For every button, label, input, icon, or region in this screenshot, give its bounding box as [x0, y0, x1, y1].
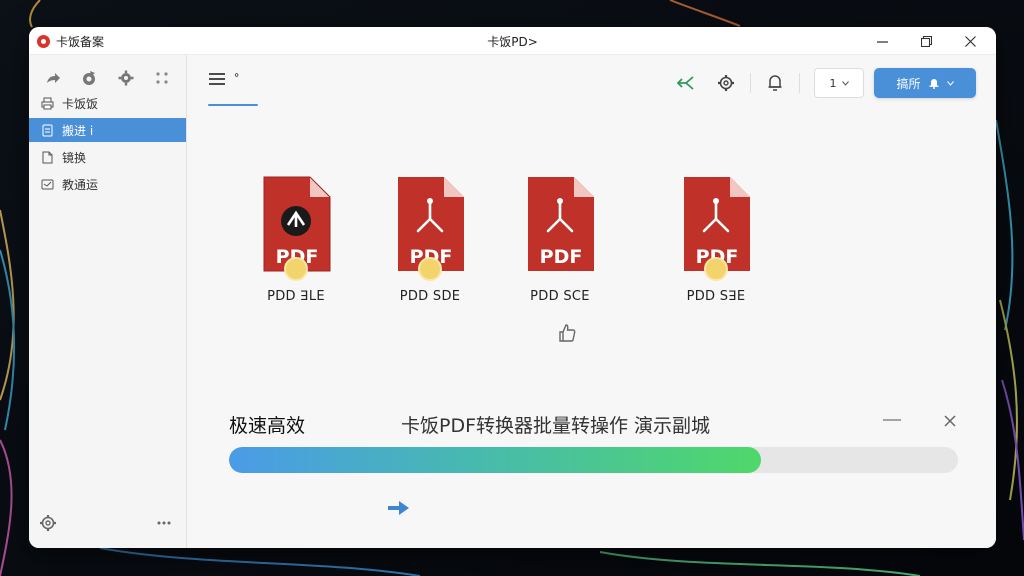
chevron-down-icon [841, 80, 849, 86]
chevron-down-icon [946, 80, 954, 86]
toolbar: ᐤ 1 搞所 [188, 55, 996, 109]
close-icon [964, 35, 976, 47]
sidebar-quick-actions [29, 55, 186, 91]
pdf-acrobat-icon: PDF [524, 175, 596, 275]
progress-header: 极速高效 卡饭PDF转换器批量转操作 演示副城 [229, 407, 958, 437]
sidebar-item-label: 教通运 [62, 177, 99, 192]
progress-bar [229, 447, 958, 473]
file-name: PDD SꓱE [686, 289, 746, 304]
file-grid: PDF PDD ꓱLE PDF P [188, 175, 996, 345]
pdf-logo-icon: PDF [260, 175, 332, 281]
page-select[interactable]: 1 [814, 68, 864, 98]
bell-icon [768, 75, 782, 91]
gear-icon [718, 75, 734, 91]
grid-dots-icon[interactable] [153, 69, 171, 87]
menu-tab[interactable]: ᐤ [208, 71, 258, 105]
file-icon [40, 150, 54, 164]
window-title: 卡饭PD> [487, 35, 538, 49]
document-icon [40, 123, 54, 137]
status-badge [704, 257, 728, 281]
page-select-value: 1 [829, 76, 837, 90]
minimize-panel-icon[interactable] [882, 411, 902, 430]
app-logo-icon [37, 35, 50, 48]
primary-action-label: 搞所 [896, 76, 921, 91]
file-name: PDD SDE [399, 289, 461, 304]
app-window: 卡饭备案 卡饭PD> 卡饭饭 搬进 i 镜换 教通运 ᐤ 1 搞所 PDD ꓱL… [29, 27, 996, 548]
refresh-icon[interactable] [80, 69, 98, 87]
menu-tab-indicator [208, 104, 258, 106]
app-brand: 卡饭备案 [37, 33, 104, 50]
split-tool-button[interactable] [666, 69, 706, 97]
image-icon [40, 177, 54, 191]
primary-action-button[interactable]: 搞所 [874, 68, 976, 98]
file-card[interactable]: PDF PDD SDE [375, 175, 485, 304]
sidebar-item-convert[interactable]: 镜换 [29, 145, 186, 169]
settings-icon[interactable] [39, 514, 57, 536]
arrow-right-icon[interactable] [387, 499, 411, 521]
progress-panel: 极速高效 卡饭PDF转换器批量转操作 演示副城 [229, 407, 958, 527]
sidebar-nav: 卡饭饭 搬进 i 镜换 教通运 [29, 91, 186, 196]
toolbar-actions: 1 搞所 [666, 68, 976, 98]
status-badge [284, 257, 308, 281]
sidebar-item-batch[interactable]: 教通运 [29, 172, 186, 196]
restore-button[interactable] [904, 27, 948, 55]
share-icon[interactable] [44, 69, 62, 87]
sidebar: 卡饭饭 搬进 i 镜换 教通运 [29, 55, 187, 548]
file-card[interactable]: PDF PDD ꓱLE [241, 175, 351, 304]
status-badge [418, 257, 442, 281]
close-button[interactable] [948, 27, 992, 55]
toolbar-divider [799, 73, 800, 93]
pdf-acrobat-icon: PDF [680, 175, 752, 281]
main-content: ᐤ 1 搞所 PDD ꓱLE PDD SDE PDF PDD SCE PDD S… [188, 55, 996, 548]
app-name: 卡饭备案 [56, 35, 105, 49]
title-bar: 卡饭备案 卡饭PD> [29, 27, 996, 55]
sidebar-item-label: 镜换 [62, 150, 87, 165]
file-name: PDD SCE [530, 289, 590, 304]
sidebar-item-label: 卡饭饭 [62, 96, 99, 111]
thumbs-up-icon[interactable] [558, 323, 576, 347]
file-name: PDD ꓱLE [267, 289, 325, 304]
svg-text:PDF: PDF [540, 246, 583, 268]
progress-title: 极速高效 [229, 415, 306, 437]
sidebar-item-print[interactable]: 卡饭饭 [29, 91, 186, 115]
file-card[interactable]: PDF PDD SꓱE [661, 175, 771, 304]
hamburger-menu-icon [209, 73, 225, 85]
notification-button[interactable] [755, 69, 795, 97]
close-panel-icon[interactable] [944, 412, 956, 431]
bell-small-icon [929, 79, 938, 89]
split-arrows-icon [676, 76, 694, 90]
toolbar-divider [750, 73, 751, 93]
pdf-acrobat-icon: PDF [394, 175, 466, 281]
settings-gear-icon[interactable] [117, 69, 135, 87]
minimize-icon [876, 40, 888, 43]
sidebar-item-import[interactable]: 搬进 i [29, 118, 186, 142]
progress-bar-fill [229, 447, 762, 473]
file-card[interactable]: PDF PDD SCE [505, 175, 615, 304]
menu-tab-label: ᐤ [234, 71, 240, 86]
settings-button[interactable] [706, 69, 746, 97]
printer-icon [40, 96, 54, 110]
window-controls [860, 27, 992, 55]
sidebar-footer [39, 514, 172, 536]
minimize-button[interactable] [860, 27, 904, 55]
restore-icon [920, 35, 932, 47]
sidebar-item-label: 搬进 i [62, 123, 94, 138]
more-options-icon[interactable] [156, 514, 172, 536]
progress-subtitle: 卡饭PDF转换器批量转操作 演示副城 [401, 415, 711, 437]
